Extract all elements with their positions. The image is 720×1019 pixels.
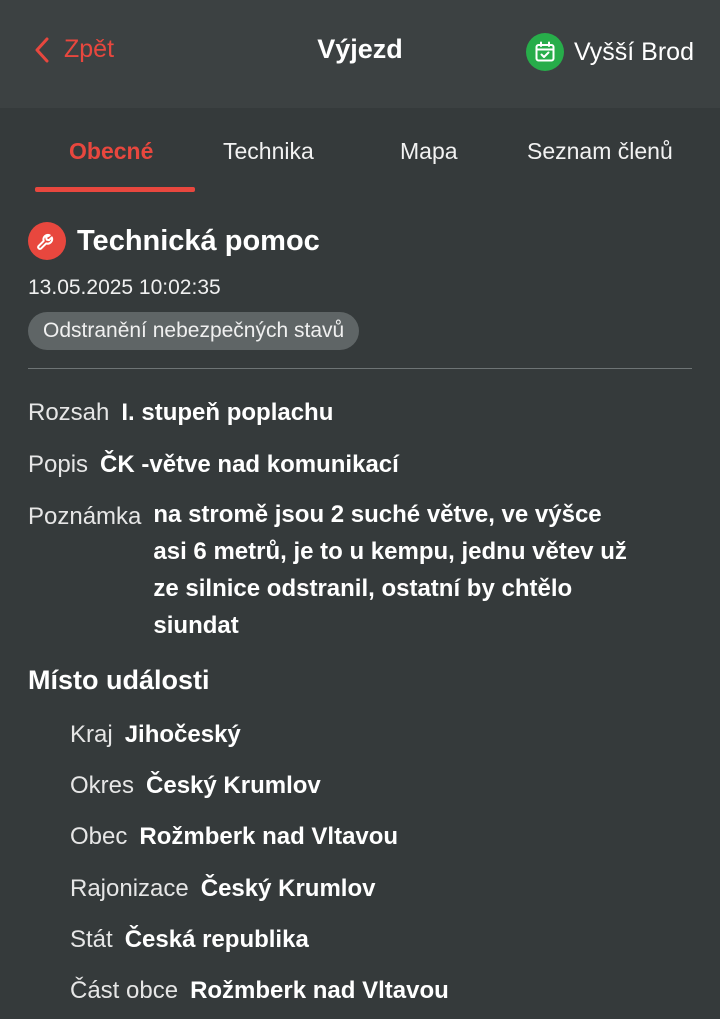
location-stat: Stát Česká republika (70, 926, 309, 954)
rozsah-label: Rozsah (28, 399, 110, 426)
event-datetime: 13.05.2025 10:02:35 (28, 276, 221, 299)
tab-seznam-clenu[interactable]: Seznam členů (527, 138, 673, 165)
top-app-bar: Zpět Výjezd Vyšší Brod (0, 0, 720, 108)
rajonizace-label: Rajonizace (70, 875, 189, 902)
tab-technika[interactable]: Technika (223, 138, 314, 165)
tab-obecne[interactable]: Obecné (69, 138, 153, 165)
back-label: Zpět (64, 35, 115, 63)
event-header: Technická pomoc (28, 222, 320, 260)
active-tab-indicator (35, 187, 195, 192)
okres-value: Český Krumlov (146, 772, 321, 799)
okres-label: Okres (70, 772, 135, 799)
popis-label: Popis (28, 451, 89, 478)
poznamka-label: Poznámka (28, 503, 142, 530)
location-cast-obce: Část obce Rožmberk nad Vltavou (70, 977, 449, 1005)
station-selector[interactable]: Vyšší Brod (526, 33, 694, 71)
detail-poznamka: Poznámka na stromě jsou 2 suché větve, v… (28, 501, 633, 644)
calendar-check-icon (526, 33, 565, 71)
back-button[interactable]: Zpět (34, 35, 114, 64)
cast-obce-label: Část obce (70, 977, 179, 1004)
location-okres: Okres Český Krumlov (70, 772, 321, 800)
kraj-value: Jihočeský (124, 721, 241, 748)
tab-bar: Obecné Technika Mapa Seznam členů (0, 108, 720, 196)
location-obec: Obec Rožmberk nad Vltavou (70, 823, 398, 851)
cast-obce-value: Rožmberk nad Vltavou (190, 977, 449, 1004)
location-rajonizace: Rajonizace Český Krumlov (70, 875, 375, 903)
chevron-left-icon (35, 37, 49, 62)
poznamka-value: na stromě jsou 2 suché větve, ve výšce a… (153, 501, 627, 639)
obec-label: Obec (70, 823, 128, 850)
event-title: Technická pomoc (77, 224, 320, 257)
detail-rozsah: Rozsah I. stupeň poplachu (28, 399, 333, 427)
popis-value: ČK -větve nad komunikací (100, 451, 399, 478)
location-section-title: Místo události (28, 665, 210, 695)
detail-popis: Popis ČK -větve nad komunikací (28, 451, 399, 479)
divider (28, 368, 692, 369)
stat-label: Stát (70, 926, 113, 953)
stat-value: Česká republika (124, 926, 309, 953)
rajonizace-value: Český Krumlov (200, 875, 376, 902)
obec-value: Rožmberk nad Vltavou (139, 823, 399, 850)
rozsah-value: I. stupeň poplachu (121, 399, 334, 426)
category-chip: Odstranění nebezpečných stavů (28, 312, 360, 350)
station-name: Vyšší Brod (574, 37, 694, 66)
wrench-icon (28, 222, 66, 260)
kraj-label: Kraj (70, 721, 113, 748)
location-kraj: Kraj Jihočeský (70, 721, 241, 749)
tab-mapa[interactable]: Mapa (400, 138, 458, 165)
